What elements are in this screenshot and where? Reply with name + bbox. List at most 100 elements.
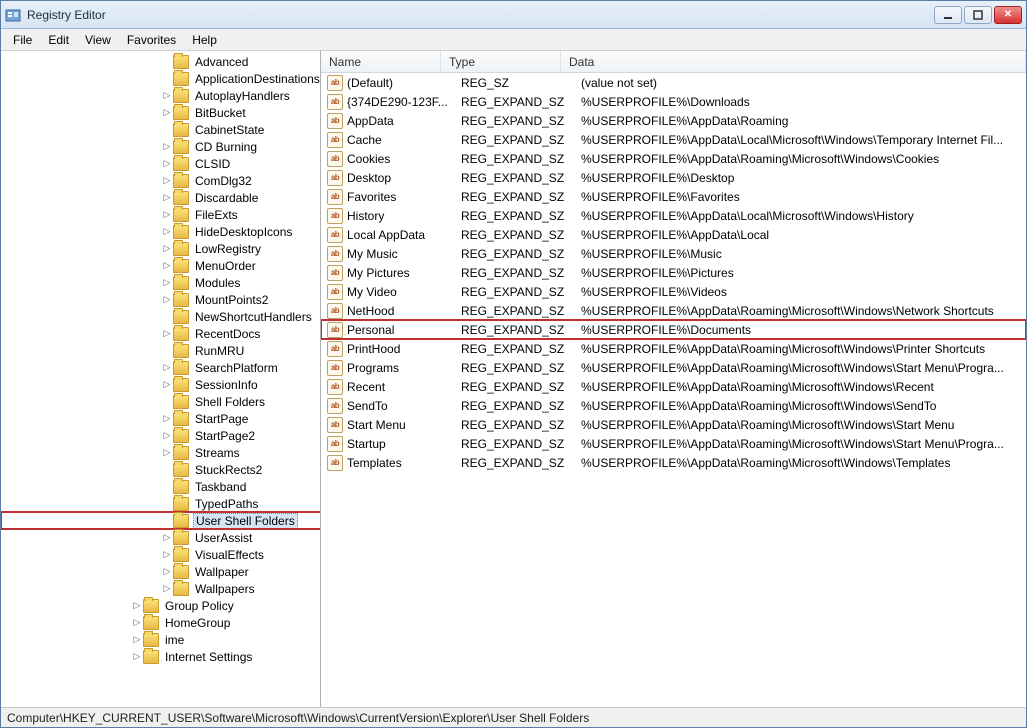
value-row[interactable]: abMy MusicREG_EXPAND_SZ%USERPROFILE%\Mus… xyxy=(321,244,1026,263)
expand-arrow-icon[interactable]: ▷ xyxy=(161,328,173,339)
expand-arrow-icon[interactable]: ▷ xyxy=(161,158,173,169)
tree-node[interactable]: ▷CD Burning xyxy=(1,138,321,155)
tree-node[interactable]: TypedPaths xyxy=(1,495,321,512)
value-row[interactable]: abDesktopREG_EXPAND_SZ%USERPROFILE%\Desk… xyxy=(321,168,1026,187)
expand-arrow-icon[interactable]: ▷ xyxy=(161,175,173,186)
tree-node[interactable]: ▷UserAssist xyxy=(1,529,321,546)
value-row[interactable]: abNetHoodREG_EXPAND_SZ%USERPROFILE%\AppD… xyxy=(321,301,1026,320)
column-type[interactable]: Type xyxy=(441,51,561,72)
tree-node[interactable]: Taskband xyxy=(1,478,321,495)
tree-node[interactable]: ▷RecentDocs xyxy=(1,325,321,342)
tree-node[interactable]: ▷AutoplayHandlers xyxy=(1,87,321,104)
tree-node[interactable]: ▷Streams xyxy=(1,444,321,461)
minimize-button[interactable] xyxy=(934,6,962,24)
tree-node[interactable]: ▷MenuOrder xyxy=(1,257,321,274)
tree-node[interactable]: ▷ime xyxy=(1,631,321,648)
expand-arrow-icon[interactable]: ▷ xyxy=(161,243,173,254)
tree-node[interactable]: ▷HideDesktopIcons xyxy=(1,223,321,240)
tree-node[interactable]: ▷Discardable xyxy=(1,189,321,206)
value-row[interactable]: abFavoritesREG_EXPAND_SZ%USERPROFILE%\Fa… xyxy=(321,187,1026,206)
close-button[interactable]: ✕ xyxy=(994,6,1022,24)
tree-node[interactable]: ▷VisualEffects xyxy=(1,546,321,563)
expand-arrow-icon[interactable]: ▷ xyxy=(161,583,173,594)
value-row[interactable]: abRecentREG_EXPAND_SZ%USERPROFILE%\AppDa… xyxy=(321,377,1026,396)
tree-node[interactable]: StuckRects2 xyxy=(1,461,321,478)
tree-node[interactable]: Advanced xyxy=(1,53,321,70)
expand-arrow-icon[interactable]: ▷ xyxy=(161,277,173,288)
expand-arrow-icon[interactable]: ▷ xyxy=(161,447,173,458)
maximize-button[interactable] xyxy=(964,6,992,24)
menu-file[interactable]: File xyxy=(5,31,40,49)
tree-node[interactable]: ▷Group Policy xyxy=(1,597,321,614)
value-type: REG_EXPAND_SZ xyxy=(461,95,581,109)
value-row[interactable]: abCookiesREG_EXPAND_SZ%USERPROFILE%\AppD… xyxy=(321,149,1026,168)
tree-node[interactable]: ApplicationDestinations xyxy=(1,70,321,87)
tree-node[interactable]: ▷CLSID xyxy=(1,155,321,172)
expand-arrow-icon[interactable]: ▷ xyxy=(131,634,143,645)
expand-arrow-icon[interactable]: ▷ xyxy=(161,294,173,305)
tree-node[interactable]: User Shell Folders xyxy=(1,512,321,529)
tree-pane[interactable]: AdvancedApplicationDestinations▷Autoplay… xyxy=(1,51,321,707)
value-row[interactable]: ab{374DE290-123F...REG_EXPAND_SZ%USERPRO… xyxy=(321,92,1026,111)
tree-node[interactable]: ▷BitBucket xyxy=(1,104,321,121)
expand-arrow-icon[interactable]: ▷ xyxy=(161,141,173,152)
tree-node[interactable]: ▷SessionInfo xyxy=(1,376,321,393)
tree-node[interactable]: Shell Folders xyxy=(1,393,321,410)
expand-arrow-icon[interactable]: ▷ xyxy=(161,362,173,373)
menu-help[interactable]: Help xyxy=(184,31,225,49)
expand-arrow-icon[interactable]: ▷ xyxy=(161,226,173,237)
value-type: REG_EXPAND_SZ xyxy=(461,228,581,242)
tree-node[interactable]: ▷Wallpaper xyxy=(1,563,321,580)
value-row[interactable]: abStartupREG_EXPAND_SZ%USERPROFILE%\AppD… xyxy=(321,434,1026,453)
tree-node[interactable]: ▷HomeGroup xyxy=(1,614,321,631)
value-row[interactable]: ab(Default)REG_SZ(value not set) xyxy=(321,73,1026,92)
expand-arrow-icon[interactable]: ▷ xyxy=(161,192,173,203)
expand-arrow-icon[interactable]: ▷ xyxy=(161,532,173,543)
value-row[interactable]: abCacheREG_EXPAND_SZ%USERPROFILE%\AppDat… xyxy=(321,130,1026,149)
tree-node[interactable]: ▷StartPage xyxy=(1,410,321,427)
menu-view[interactable]: View xyxy=(77,31,119,49)
tree-node[interactable]: ▷ComDlg32 xyxy=(1,172,321,189)
expand-arrow-icon[interactable]: ▷ xyxy=(131,617,143,628)
expand-arrow-icon[interactable]: ▷ xyxy=(161,379,173,390)
values-list[interactable]: ab(Default)REG_SZ(value not set)ab{374DE… xyxy=(321,73,1026,707)
tree-node[interactable]: NewShortcutHandlers xyxy=(1,308,321,325)
tree-node[interactable]: ▷ Modules xyxy=(1,274,321,291)
expand-arrow-icon[interactable]: ▷ xyxy=(161,260,173,271)
value-row[interactable]: abAppDataREG_EXPAND_SZ%USERPROFILE%\AppD… xyxy=(321,111,1026,130)
tree-node-label: Modules xyxy=(193,276,242,290)
value-row[interactable]: abMy PicturesREG_EXPAND_SZ%USERPROFILE%\… xyxy=(321,263,1026,282)
tree-node[interactable]: ▷LowRegistry xyxy=(1,240,321,257)
value-row[interactable]: abSendToREG_EXPAND_SZ%USERPROFILE%\AppDa… xyxy=(321,396,1026,415)
column-data[interactable]: Data xyxy=(561,51,1026,72)
tree-node[interactable]: ▷FileExts xyxy=(1,206,321,223)
expand-arrow-icon[interactable]: ▷ xyxy=(161,549,173,560)
column-name[interactable]: Name xyxy=(321,51,441,72)
expand-arrow-icon[interactable]: ▷ xyxy=(161,566,173,577)
tree-node[interactable]: ▷SearchPlatform xyxy=(1,359,321,376)
tree-node[interactable]: ▷Internet Settings xyxy=(1,648,321,665)
expand-arrow-icon[interactable]: ▷ xyxy=(161,430,173,441)
expand-arrow-icon[interactable]: ▷ xyxy=(131,651,143,662)
expand-arrow-icon[interactable]: ▷ xyxy=(131,600,143,611)
tree-node[interactable]: ▷Wallpapers xyxy=(1,580,321,597)
value-row[interactable]: abLocal AppDataREG_EXPAND_SZ%USERPROFILE… xyxy=(321,225,1026,244)
tree-node[interactable]: ▷MountPoints2 xyxy=(1,291,321,308)
value-row[interactable]: abPersonalREG_EXPAND_SZ%USERPROFILE%\Doc… xyxy=(321,320,1026,339)
value-row[interactable]: abHistoryREG_EXPAND_SZ%USERPROFILE%\AppD… xyxy=(321,206,1026,225)
tree-node[interactable]: RunMRU xyxy=(1,342,321,359)
value-row[interactable]: abStart MenuREG_EXPAND_SZ%USERPROFILE%\A… xyxy=(321,415,1026,434)
menu-edit[interactable]: Edit xyxy=(40,31,77,49)
expand-arrow-icon[interactable]: ▷ xyxy=(161,413,173,424)
value-row[interactable]: abPrintHoodREG_EXPAND_SZ%USERPROFILE%\Ap… xyxy=(321,339,1026,358)
tree-node[interactable]: ▷StartPage2 xyxy=(1,427,321,444)
value-row[interactable]: abProgramsREG_EXPAND_SZ%USERPROFILE%\App… xyxy=(321,358,1026,377)
tree-node[interactable]: CabinetState xyxy=(1,121,321,138)
expand-arrow-icon[interactable]: ▷ xyxy=(161,209,173,220)
value-row[interactable]: abTemplatesREG_EXPAND_SZ%USERPROFILE%\Ap… xyxy=(321,453,1026,472)
value-row[interactable]: abMy VideoREG_EXPAND_SZ%USERPROFILE%\Vid… xyxy=(321,282,1026,301)
expand-arrow-icon[interactable]: ▷ xyxy=(161,107,173,118)
expand-arrow-icon[interactable]: ▷ xyxy=(161,90,173,101)
folder-icon xyxy=(143,633,159,647)
menu-favorites[interactable]: Favorites xyxy=(119,31,184,49)
